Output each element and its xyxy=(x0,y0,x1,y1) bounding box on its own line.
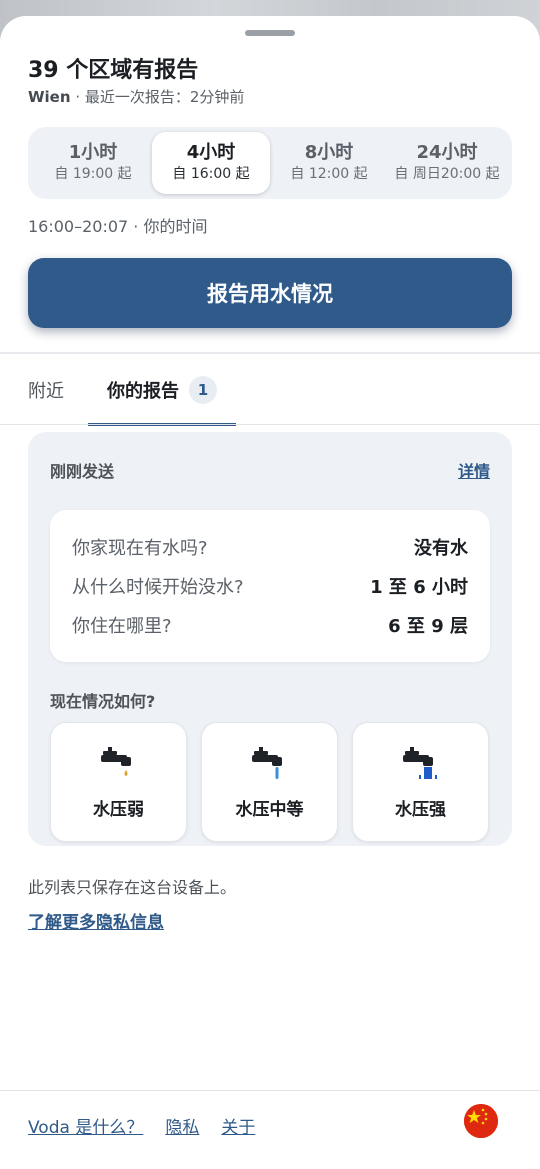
time-range-segmented-control: 1小时 自 19:00 起 4小时 自 16:00 起 8小时 自 12:00 … xyxy=(28,127,512,199)
report-water-button[interactable]: 报告用水情况 xyxy=(28,258,512,328)
time-range-text: 16:00–20:07 · 你的时间 xyxy=(28,217,208,236)
faucet-stream-icon xyxy=(251,747,282,779)
time-option-8h[interactable]: 8小时 自 12:00 起 xyxy=(270,132,388,194)
tab-my-reports-label: 你的报告 xyxy=(107,381,179,402)
pressure-weak-label: 水压弱 xyxy=(93,800,144,820)
question-text: 从什么时候开始没水? xyxy=(72,577,244,598)
time-option-24h[interactable]: 24小时 自 周日20:00 起 xyxy=(388,132,506,194)
footer-divider xyxy=(0,1090,540,1091)
pressure-medium-label: 水压中等 xyxy=(235,800,304,820)
time-option-since: 自 16:00 起 xyxy=(172,166,250,182)
answer-row: 从什么时候开始没水? 1 至 6 小时 xyxy=(72,571,468,601)
footer-links: Voda 是什么？ 隐私 关于 xyxy=(28,1110,255,1140)
time-option-since: 自 周日20:00 起 xyxy=(394,166,500,182)
city-name: Wien xyxy=(28,88,71,106)
answer-text: 6 至 9 层 xyxy=(388,616,468,637)
faucet-drip-icon xyxy=(100,747,131,776)
privacy-note: 此列表只保存在这台设备上。 xyxy=(28,878,237,897)
pressure-medium-button[interactable]: 水压中等 xyxy=(201,722,338,842)
current-status-heading: 现在情况如何? xyxy=(50,692,156,711)
pressure-options: 水压弱 水压中等 水压强 xyxy=(50,722,490,842)
answer-row: 你家现在有水吗? 没有水 xyxy=(72,532,468,562)
answer-text: 没有水 xyxy=(414,538,468,559)
privacy-info-link[interactable]: 了解更多隐私信息 xyxy=(28,908,164,933)
language-flag-button[interactable] xyxy=(464,1104,498,1138)
report-card-heading: 刚刚发送 xyxy=(50,462,115,481)
tab-divider xyxy=(0,424,540,425)
time-option-4h[interactable]: 4小时 自 16:00 起 xyxy=(152,132,270,194)
pressure-strong-button[interactable]: 水压强 xyxy=(352,722,489,842)
report-answers-box: 你家现在有水吗? 没有水 从什么时候开始没水? 1 至 6 小时 你住在哪里? … xyxy=(50,510,490,662)
faucet-strong-icon xyxy=(402,747,437,779)
time-option-since: 自 19:00 起 xyxy=(54,166,132,182)
time-option-label: 8小时 xyxy=(304,142,354,163)
pressure-weak-button[interactable]: 水压弱 xyxy=(50,722,187,842)
tab-my-reports[interactable]: 你的报告 1 xyxy=(88,354,236,426)
time-option-label: 24小时 xyxy=(416,142,478,163)
time-option-since: 自 12:00 起 xyxy=(290,166,368,182)
privacy-link[interactable]: 隐私 xyxy=(165,1113,199,1138)
details-link[interactable]: 详情 xyxy=(458,458,490,482)
question-text: 你家现在有水吗? xyxy=(72,538,208,559)
what-is-voda-link[interactable]: Voda 是什么？ xyxy=(28,1113,143,1138)
report-count-badge: 1 xyxy=(189,376,217,404)
page-title: 39 个区域有报告 xyxy=(28,58,199,83)
about-link[interactable]: 关于 xyxy=(221,1113,255,1138)
time-option-label: 4小时 xyxy=(186,142,236,163)
china-flag-icon xyxy=(464,1104,498,1138)
last-report-time: · 最近一次报告：2分钟前 xyxy=(70,88,245,106)
report-card: 刚刚发送 详情 你家现在有水吗? 没有水 从什么时候开始没水? 1 至 6 小时… xyxy=(28,432,512,846)
sheet-grabber-handle[interactable] xyxy=(245,30,295,36)
tab-bar: 附近 你的报告 1 xyxy=(0,354,540,426)
time-option-label: 1小时 xyxy=(68,142,118,163)
report-subtitle: Wien · 最近一次报告：2分钟前 xyxy=(28,86,244,107)
pressure-strong-label: 水压强 xyxy=(395,800,446,820)
time-option-1h[interactable]: 1小时 自 19:00 起 xyxy=(34,132,152,194)
question-text: 你住在哪里? xyxy=(72,616,172,637)
answer-text: 1 至 6 小时 xyxy=(370,577,468,598)
answer-row: 你住在哪里? 6 至 9 层 xyxy=(72,610,468,640)
tab-nearby[interactable]: 附近 xyxy=(28,354,64,426)
